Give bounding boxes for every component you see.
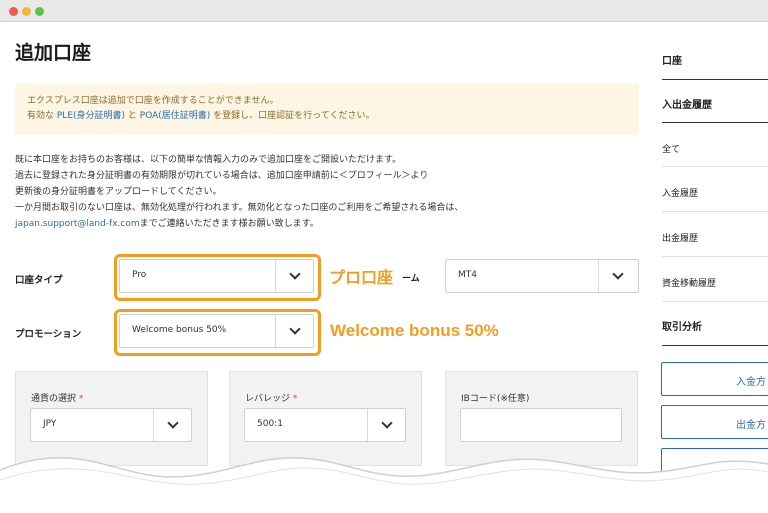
- info-line-2: 過去に登録された身分証明書の有効期限が切れている場合は、追加口座申請前に＜プロフ…: [15, 171, 429, 181]
- info-line-3: 更新後の身分証明書をアップロードしてください。: [15, 187, 222, 197]
- account-type-callout: プロ口座: [329, 270, 394, 287]
- info-line-4: 一か月間お取引のない口座は、無効化処理が行われます。無効化となった口座のご利用を…: [15, 203, 464, 213]
- promotion-callout: Welcome bonus 50%: [330, 321, 499, 340]
- currency-label-text: 通貨の選択: [31, 394, 77, 404]
- chevron-down-icon: [381, 417, 393, 429]
- info-line-5-suffix: までご連絡いただきます様お願い致します。: [139, 219, 319, 229]
- sidebar-divider: [662, 301, 768, 302]
- info-text: 既に本口座をお持ちのお客様は、以下の簡単な情報入力のみで追加口座をご開設いただけ…: [15, 152, 463, 232]
- minimize-window-icon[interactable]: [22, 7, 31, 16]
- leverage-label: レバレッジ *: [245, 391, 297, 404]
- ib-code-label: IBコード(※任意): [461, 394, 530, 404]
- support-email-link[interactable]: japan.support@land-fx.com: [15, 219, 140, 229]
- notice-line-2-suffix: を登録し、口座認証を行ってください。: [210, 111, 375, 121]
- chevron-down-icon: [167, 417, 179, 429]
- sidebar-item-analysis[interactable]: 取引分析: [662, 318, 768, 333]
- select-divider: [367, 409, 368, 441]
- deposit-method-button[interactable]: 入金方: [661, 362, 768, 396]
- deposit-method-label: 入金方: [736, 377, 766, 388]
- sidebar-item-accounts[interactable]: 口座: [662, 52, 768, 67]
- sidebar-item-history[interactable]: 入出金履歴: [662, 96, 768, 111]
- currency-value: JPY: [43, 419, 57, 429]
- page-title: 追加口座: [15, 42, 92, 64]
- app-window: 追加口座 エクスプレス口座は追加で口座を作成することができません。 有効な PL…: [0, 0, 768, 513]
- sidebar-divider: [662, 211, 768, 212]
- notice-line-2-prefix: 有効な: [27, 111, 57, 121]
- ple-link[interactable]: PLE(身分証明書): [57, 111, 125, 121]
- leverage-value: 500:1: [257, 419, 283, 429]
- sidebar-divider: [662, 79, 768, 80]
- account-type-highlight: [114, 254, 321, 301]
- notice-line-1: エクスプレス口座は追加で口座を作成することができません。: [27, 96, 279, 106]
- info-line-1: 既に本口座をお持ちのお客様は、以下の簡単な情報入力のみで追加口座をご開設いただけ…: [15, 155, 402, 165]
- withdraw-method-button[interactable]: 出金方: [661, 405, 768, 439]
- select-divider: [598, 260, 599, 292]
- sidebar-item-withdraw-history[interactable]: 出金履歴: [662, 231, 768, 244]
- sidebar-divider: [662, 166, 768, 167]
- currency-select[interactable]: JPY: [30, 408, 192, 442]
- sidebar-divider: [662, 256, 768, 257]
- withdraw-method-label: 出金方: [736, 420, 766, 431]
- required-mark: *: [292, 394, 298, 404]
- poa-link[interactable]: POA(居住証明書): [140, 111, 211, 121]
- info-line-5: japan.support@land-fx.comまでご連絡いただきます様お願い…: [15, 216, 463, 232]
- promotion-label: プロモーション: [15, 329, 82, 340]
- sidebar-divider: [662, 122, 768, 123]
- torn-edge-decoration: [0, 457, 768, 513]
- maximize-window-icon[interactable]: [35, 7, 44, 16]
- notice-line-2: 有効な PLE(身分証明書) と POA(居住証明書) を登録し、口座認証を行っ…: [27, 109, 627, 124]
- chevron-down-icon: [612, 268, 624, 280]
- sidebar-item-all[interactable]: 全て: [662, 142, 768, 155]
- currency-label: 通貨の選択 *: [31, 391, 83, 404]
- notice-box: エクスプレス口座は追加で口座を作成することができません。 有効な PLE(身分証…: [15, 83, 639, 135]
- ib-code-input[interactable]: [460, 408, 622, 442]
- platform-select[interactable]: MT4: [445, 259, 639, 293]
- close-window-icon[interactable]: [9, 7, 18, 16]
- account-type-label: 口座タイプ: [15, 275, 63, 286]
- platform-value: MT4: [458, 270, 477, 280]
- leverage-select[interactable]: 500:1: [244, 408, 406, 442]
- leverage-label-text: レバレッジ: [245, 394, 291, 404]
- select-divider: [153, 409, 154, 441]
- window-titlebar: [0, 0, 768, 22]
- sidebar-item-transfer-history[interactable]: 資金移動履歴: [662, 276, 768, 289]
- required-mark: *: [78, 394, 84, 404]
- platform-label-fragment: ーム: [402, 274, 420, 284]
- promotion-highlight: [114, 309, 321, 356]
- sidebar-divider: [662, 345, 768, 346]
- sidebar-item-deposit-history[interactable]: 入金履歴: [662, 186, 768, 199]
- notice-line-2-mid: と: [125, 111, 140, 121]
